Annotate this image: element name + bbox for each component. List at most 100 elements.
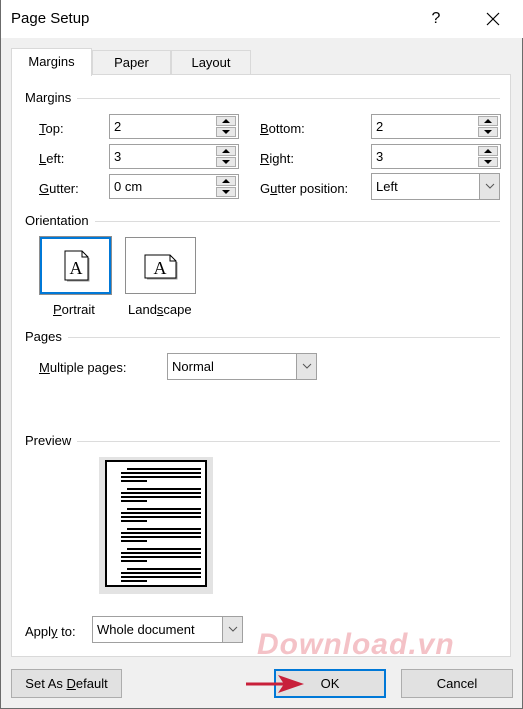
preview-text-line [121,472,201,474]
apply-to-value: Whole document [97,622,195,637]
preview-text-line [121,572,201,574]
orientation-divider [25,221,500,222]
preview-text-line [121,492,201,494]
right-margin-value[interactable]: 3 [376,149,383,164]
gutter-position-label: Gutter position: [260,181,349,196]
margins-divider [25,98,500,99]
chevron-down-icon [302,363,312,369]
arrow-up-icon [484,119,492,123]
arrow-down-icon [222,160,230,164]
arrow-down-icon [484,130,492,134]
preview-text-line [127,568,201,570]
bottom-label: Bottom: [260,121,305,136]
gutter-spinner[interactable]: 0 cm [109,174,239,199]
cancel-button[interactable]: Cancel [401,669,513,698]
landscape-button[interactable]: A [125,237,196,294]
gutter-position-dropdown[interactable]: Left [371,173,500,200]
bottom-margin-value[interactable]: 2 [376,119,383,134]
dropdown-button[interactable] [222,617,242,642]
preview-divider [25,441,500,442]
left-label: Left: [39,151,65,166]
pages-divider [25,337,500,338]
preview-text-line [121,532,201,534]
pages-group-label: Pages [25,329,68,344]
apply-to-label: Apply to: [25,624,76,639]
preview-text-line [121,540,147,542]
bottom-decrement-button[interactable] [478,127,498,137]
right-label: Right: [260,151,294,166]
dropdown-button[interactable] [296,354,316,379]
left-decrement-button[interactable] [216,157,236,167]
preview-page [105,460,207,587]
portrait-glyph: A [70,258,83,278]
tab-paper[interactable]: Paper [92,50,171,75]
gutter-decrement-button[interactable] [216,187,236,197]
preview-text-line [121,512,201,514]
gutter-value[interactable]: 0 cm [114,179,142,194]
top-decrement-button[interactable] [216,127,236,137]
preview-text-line [121,536,201,538]
top-increment-button[interactable] [216,116,236,126]
preview-text-line [127,468,201,470]
close-button[interactable] [477,4,509,34]
arrow-up-icon [222,179,230,183]
left-increment-button[interactable] [216,146,236,156]
chevron-down-icon [228,626,238,632]
margins-panel: Margins Top: 2 Bottom: 2 Left: 3 Right: … [11,74,511,657]
right-margin-spinner[interactable]: 3 [371,144,501,169]
tab-layout[interactable]: Layout [171,50,251,75]
apply-to-dropdown[interactable]: Whole document [92,616,243,643]
close-icon [486,12,500,26]
set-as-default-button[interactable]: Set As Default [11,669,122,698]
preview-text-line [121,552,201,554]
preview-text-line [121,580,147,582]
preview-text-line [121,560,147,562]
multiple-pages-label: Multiple pages: [39,360,127,375]
landscape-page-icon: A [144,254,178,280]
preview-text-line [121,520,147,522]
left-margin-spinner[interactable]: 3 [109,144,239,169]
top-margin-value[interactable]: 2 [114,119,121,134]
arrow-down-icon [222,130,230,134]
arrow-down-icon [222,190,230,194]
preview-text-line [121,496,201,498]
portrait-label: Portrait [53,302,95,317]
arrow-up-icon [484,149,492,153]
orientation-group-label: Orientation [25,213,95,228]
top-label: Top: [39,121,64,136]
dropdown-button[interactable] [479,174,499,199]
arrow-down-icon [484,160,492,164]
help-button[interactable]: ? [421,4,451,34]
dialog-title: Page Setup [11,10,90,27]
preview-text-line [127,528,201,530]
portrait-page-icon: A [64,250,90,282]
preview-text-line [121,556,201,558]
preview-text-line [121,516,201,518]
page-setup-dialog: Page Setup ? Margins Paper Layout Margin… [0,0,523,709]
watermark: Download.vn [257,628,455,661]
bottom-increment-button[interactable] [478,116,498,126]
arrow-up-icon [222,149,230,153]
portrait-button[interactable]: A [40,237,111,294]
preview-text-line [121,480,147,482]
bottom-margin-spinner[interactable]: 2 [371,114,501,139]
top-margin-spinner[interactable]: 2 [109,114,239,139]
multiple-pages-value: Normal [172,359,214,374]
chevron-down-icon [485,183,495,189]
annotation-arrow-icon [246,675,304,693]
gutter-increment-button[interactable] [216,176,236,186]
preview-text-line [121,576,201,578]
preview-text-line [121,500,147,502]
gutter-label: Gutter: [39,181,79,196]
preview-group-label: Preview [25,433,78,448]
margins-group-label: Margins [25,90,78,105]
multiple-pages-dropdown[interactable]: Normal [167,353,317,380]
preview-frame [99,457,213,594]
left-margin-value[interactable]: 3 [114,149,121,164]
right-increment-button[interactable] [478,146,498,156]
right-decrement-button[interactable] [478,157,498,167]
tab-margins[interactable]: Margins [11,48,92,76]
preview-text-line [127,488,201,490]
gutter-position-value: Left [376,179,398,194]
preview-text-line [121,476,201,478]
